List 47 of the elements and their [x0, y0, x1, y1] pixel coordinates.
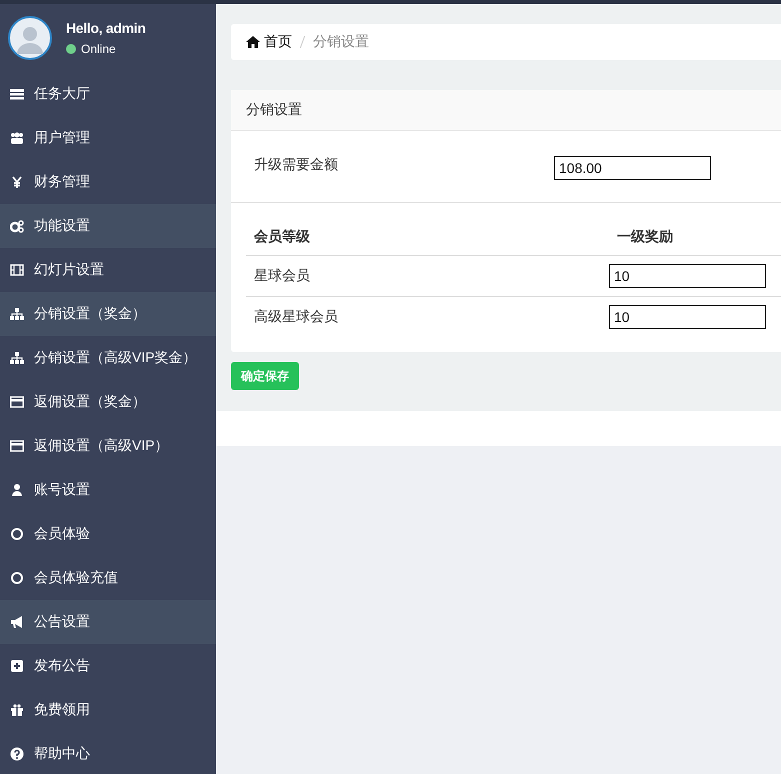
sidebar-item[interactable]: 账号设置 [0, 468, 216, 512]
card-icon [10, 439, 24, 453]
sidebar-item[interactable]: 返佣设置（高级VIP） [0, 424, 216, 468]
list-icon [10, 87, 24, 101]
bullhorn-icon [10, 615, 24, 629]
breadcrumb-link[interactable]: 首页 [264, 33, 292, 51]
amount-field[interactable]: 108.00 [554, 156, 711, 180]
sitemap-icon [10, 351, 24, 365]
yen-icon [10, 175, 24, 189]
user-status: Online [81, 42, 116, 56]
sidebar-item[interactable]: 公告设置 [0, 600, 216, 644]
breadcrumb-current: 分销设置 [313, 33, 369, 51]
gift-icon [10, 703, 24, 717]
sidebar-item[interactable]: 会员体验充值 [0, 556, 216, 600]
sidebar-item[interactable]: 幻灯片设置 [0, 248, 216, 292]
users-icon [10, 131, 24, 145]
card-icon [10, 395, 24, 409]
plus-icon [10, 659, 24, 673]
sidebar-item[interactable]: 分销设置（高级VIP奖金） [0, 336, 216, 380]
field-label: 升级需要金额 [254, 156, 339, 174]
settings-icon [10, 219, 24, 233]
table-cell: 星球会员 [246, 256, 609, 296]
sidebar-item[interactable]: 会员体验 [0, 512, 216, 556]
home-icon [246, 36, 260, 48]
panel-title: 分销设置 [246, 101, 302, 119]
sidebar-item[interactable]: 用户管理 [0, 116, 216, 160]
sidebar-item[interactable]: 分销设置（奖金） [0, 292, 216, 336]
sidebar-item[interactable]: 帮助中心 [0, 732, 216, 774]
table-cell: 高级星球会员 [246, 296, 609, 337]
reward-field[interactable]: 10 [609, 264, 766, 288]
sidebar-item[interactable]: 财务管理 [0, 160, 216, 204]
sidebar-item[interactable]: 功能设置 [0, 204, 216, 248]
column-header: 会员等级 [246, 219, 609, 256]
sidebar-item[interactable]: 返佣设置（奖金） [0, 380, 216, 424]
sitemap-icon [10, 307, 24, 321]
reward-field[interactable]: 10 [609, 305, 766, 329]
sidebar-item[interactable]: 任务大厅 [0, 72, 216, 116]
user-greeting: Hello, admin [66, 20, 146, 36]
user-icon [10, 483, 24, 497]
circle-icon [10, 571, 24, 585]
film-icon [10, 263, 24, 277]
avatar-icon [8, 16, 52, 60]
circle-icon [10, 527, 24, 541]
sidebar-item[interactable]: 发布公告 [0, 644, 216, 688]
help-icon [10, 747, 24, 761]
sidebar-item[interactable]: 免费领用 [0, 688, 216, 732]
column-header: 一级奖励 [609, 219, 781, 256]
